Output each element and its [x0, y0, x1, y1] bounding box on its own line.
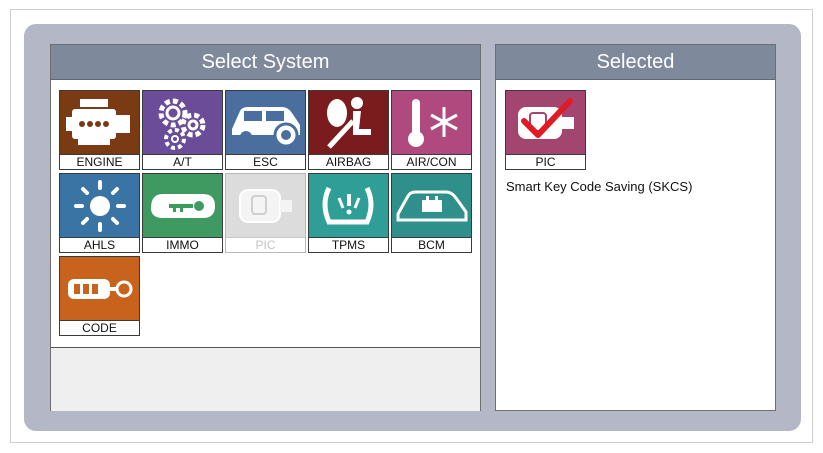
tile-label: ENGINE [60, 154, 139, 169]
tile-esc[interactable]: ESC [225, 90, 306, 170]
tile-label: PIC [506, 154, 585, 169]
aircon-icon [392, 91, 471, 154]
smart-key-icon [226, 174, 305, 237]
tile-aircon[interactable]: AIR/CON [391, 90, 472, 170]
selected-title: Selected [496, 45, 775, 80]
body-control-icon [392, 174, 471, 237]
tile-label: TPMS [309, 237, 388, 252]
selected-description: Smart Key Code Saving (SKCS) [506, 179, 693, 194]
system-grid: ENGINE A/T ESC AIRBAG AIR/CON AHLS IMMO … [51, 80, 480, 347]
tile-label: AIR/CON [392, 154, 471, 169]
tile-label: IMMO [143, 237, 222, 252]
tile-at[interactable]: A/T [142, 90, 223, 170]
selected-panel: Selected PIC Smart Key Code Saving (SKCS… [495, 44, 776, 411]
gears-icon [143, 91, 222, 154]
tire-pressure-icon [309, 174, 388, 237]
headlamp-icon [60, 174, 139, 237]
tile-tpms[interactable]: TPMS [308, 173, 389, 253]
tile-label: BCM [392, 237, 471, 252]
airbag-icon [309, 91, 388, 154]
tile-label: AHLS [60, 237, 139, 252]
tile-label: PIC [226, 237, 305, 252]
status-strip [51, 347, 480, 411]
engine-icon [60, 91, 139, 154]
tile-label: A/T [143, 154, 222, 169]
code-key-icon [60, 257, 139, 320]
tile-ahls[interactable]: AHLS [59, 173, 140, 253]
select-system-title: Select System [51, 45, 480, 80]
selected-tile-pic[interactable]: PIC [505, 90, 586, 170]
car-brake-icon [226, 91, 305, 154]
tile-label: AIRBAG [309, 154, 388, 169]
tile-label: ESC [226, 154, 305, 169]
tile-engine[interactable]: ENGINE [59, 90, 140, 170]
tile-bcm[interactable]: BCM [391, 173, 472, 253]
smart-key-checked-icon [506, 91, 585, 154]
tile-immo[interactable]: IMMO [142, 173, 223, 253]
tile-label: CODE [60, 320, 139, 335]
tile-code[interactable]: CODE [59, 256, 140, 336]
select-system-panel: Select System ENGINE A/T ESC AIRBAG AIR/… [50, 44, 481, 411]
tile-airbag[interactable]: AIRBAG [308, 90, 389, 170]
tile-pic: PIC [225, 173, 306, 253]
key-icon [143, 174, 222, 237]
